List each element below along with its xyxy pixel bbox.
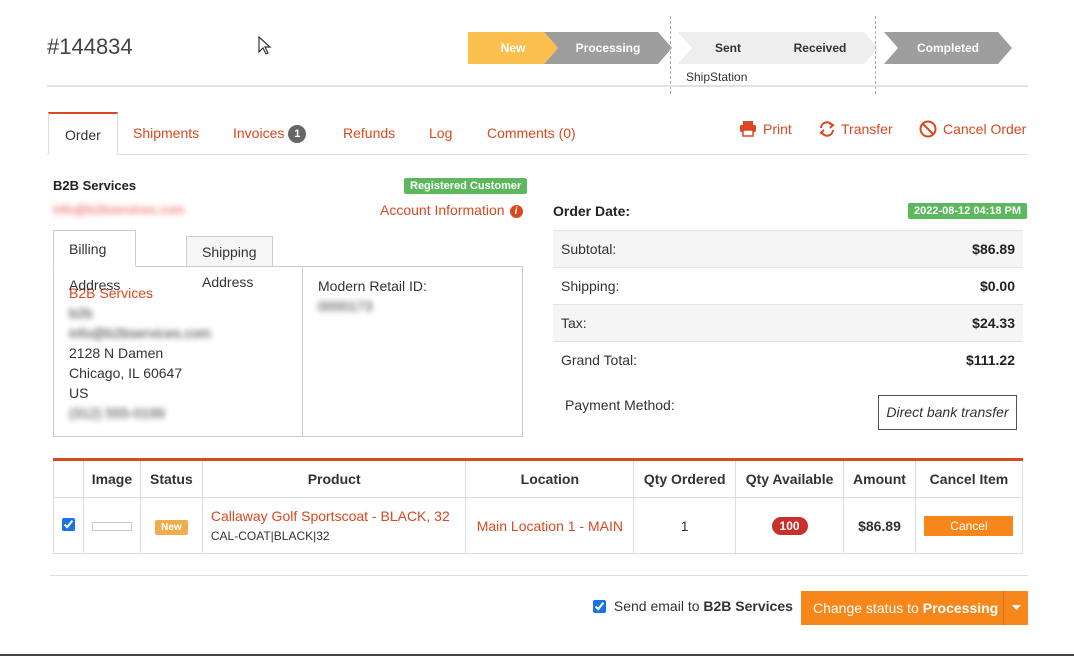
product-image-cell bbox=[82, 497, 141, 554]
qty-ordered-cell: 1 bbox=[633, 497, 737, 554]
print-button[interactable]: Print bbox=[739, 112, 792, 146]
retail-id-value: 0000173 bbox=[318, 298, 373, 314]
change-status-button[interactable]: Change status to Processing bbox=[801, 591, 1003, 625]
header-divider bbox=[47, 85, 1028, 87]
payment-method-value: Direct bank transfer bbox=[878, 395, 1017, 430]
address-email-redacted: info@b2bservices.com bbox=[69, 325, 211, 341]
invoices-count-badge: 1 bbox=[288, 125, 307, 144]
billing-address-panel: B2B Services b2b info@b2bservices.com 21… bbox=[53, 266, 523, 437]
cancel-order-button[interactable]: Cancel Order bbox=[919, 112, 1026, 146]
table-header-row: Image Status Product Location Qty Ordere… bbox=[53, 459, 1024, 498]
location-cell: Main Location 1 - MAIN bbox=[465, 497, 635, 554]
info-icon: i bbox=[509, 205, 523, 218]
account-information-link[interactable]: Account Information i bbox=[380, 202, 523, 218]
step-processing[interactable]: Processing bbox=[544, 32, 672, 64]
step-received[interactable]: Received bbox=[762, 32, 878, 64]
tab-log[interactable]: Log bbox=[429, 112, 452, 155]
tab-shipments[interactable]: Shipments bbox=[133, 112, 199, 155]
payment-method-label: Payment Method: bbox=[565, 397, 675, 413]
product-sku: CAL-COAT|BLACK|32 bbox=[210, 529, 330, 543]
cancel-item-cell: Cancel bbox=[914, 497, 1024, 554]
printer-icon bbox=[740, 121, 756, 138]
tab-refunds[interactable]: Refunds bbox=[343, 112, 395, 155]
totals-row-subtotal: Subtotal: $86.89 bbox=[553, 230, 1023, 267]
change-status-dropdown-toggle[interactable] bbox=[1003, 591, 1028, 625]
column-header-status: Status bbox=[139, 459, 203, 498]
location-link[interactable]: Main Location 1 - MAIN bbox=[477, 518, 623, 534]
product-name-link[interactable]: Callaway Golf Sportscoat - BLACK, 32 bbox=[211, 508, 465, 524]
transfer-button[interactable]: Transfer bbox=[819, 112, 893, 146]
address-line-redacted: b2b bbox=[69, 305, 93, 321]
row-select-cell bbox=[53, 497, 84, 554]
order-number: #144834 bbox=[47, 34, 133, 59]
order-tabs: Order Shipments Invoices 1 Refunds Log Co… bbox=[47, 112, 1028, 155]
tab-comments[interactable]: Comments (0) bbox=[487, 112, 576, 155]
product-image bbox=[91, 521, 132, 531]
column-header-qty-available: Qty Available bbox=[735, 459, 844, 498]
product-cell: Callaway Golf Sportscoat - BLACK, 32 CAL… bbox=[201, 497, 467, 554]
send-email-recipient: B2B Services bbox=[703, 598, 793, 614]
order-totals: Subtotal: $86.89 Shipping: $0.00 Tax: $24.3… bbox=[553, 230, 1023, 378]
column-header-location: Location bbox=[465, 459, 635, 498]
transfer-icon bbox=[819, 121, 835, 137]
tab-billing-address[interactable]: Billing Address bbox=[53, 230, 137, 293]
column-header-image: Image bbox=[82, 459, 141, 498]
step-divider bbox=[875, 16, 876, 94]
footer-divider bbox=[50, 575, 1028, 576]
amount-cell: $86.89 bbox=[843, 497, 916, 554]
column-header-select bbox=[53, 459, 84, 498]
column-header-amount: Amount bbox=[843, 459, 916, 498]
row-select-checkbox[interactable] bbox=[61, 517, 75, 531]
tab-shipping-address[interactable]: Shipping Address bbox=[186, 236, 273, 290]
step-new[interactable]: New bbox=[468, 32, 558, 64]
shipstation-label: ShipStation bbox=[686, 70, 748, 84]
step-completed[interactable]: Completed bbox=[884, 32, 1012, 64]
totals-row-tax: Tax: $24.33 bbox=[553, 304, 1023, 341]
totals-row-shipping: Shipping: $0.00 bbox=[553, 267, 1023, 304]
status-badge: New bbox=[155, 519, 188, 535]
column-header-cancel-item: Cancel Item bbox=[914, 459, 1024, 498]
table-row: New Callaway Golf Sportscoat - BLACK, 32… bbox=[53, 497, 1024, 554]
mouse-cursor-icon bbox=[258, 36, 272, 55]
address-street: 2128 N Damen bbox=[69, 345, 164, 361]
window-bottom-edge bbox=[0, 654, 1074, 656]
retail-id-label: Modern Retail ID: bbox=[318, 278, 427, 294]
status-cell: New bbox=[139, 497, 203, 554]
customer-name: B2B Services bbox=[53, 178, 137, 193]
step-sent[interactable]: Sent bbox=[678, 32, 778, 64]
send-email-prefix: Send email to bbox=[613, 598, 700, 614]
qty-available-badge: 100 bbox=[771, 516, 808, 535]
qty-available-cell: 100 bbox=[735, 497, 844, 554]
column-header-qty-ordered: Qty Ordered bbox=[633, 459, 737, 498]
column-header-product: Product bbox=[201, 459, 467, 498]
order-date-label: Order Date: bbox=[553, 203, 631, 219]
tab-order[interactable]: Order bbox=[48, 112, 118, 155]
address-city: Chicago, IL 60647 bbox=[69, 365, 183, 381]
ban-icon bbox=[919, 120, 937, 138]
caret-down-icon bbox=[1011, 605, 1021, 610]
change-status-button-group: Change status to Processing bbox=[801, 591, 1028, 625]
order-date-badge: 2022-08-12 04:18 PM bbox=[908, 203, 1028, 219]
send-email-checkbox[interactable] bbox=[593, 600, 606, 613]
send-email-option[interactable]: Send email to B2B Services bbox=[593, 598, 793, 614]
order-items-table: Image Status Product Location Qty Ordere… bbox=[53, 458, 1024, 554]
totals-row-grand-total: Grand Total: $111.22 bbox=[553, 341, 1023, 378]
customer-email[interactable]: info@b2bservices.com bbox=[53, 202, 185, 217]
cancel-item-button[interactable]: Cancel bbox=[924, 515, 1014, 536]
step-divider bbox=[670, 16, 671, 94]
registered-customer-badge: Registered Customer bbox=[404, 178, 528, 194]
address-phone-redacted: (312) 555-0199 bbox=[69, 405, 165, 421]
address-country: US bbox=[69, 385, 89, 401]
order-status-steps: New Processing Sent Received Completed bbox=[468, 16, 1028, 94]
tab-invoices[interactable]: Invoices 1 bbox=[233, 112, 307, 155]
